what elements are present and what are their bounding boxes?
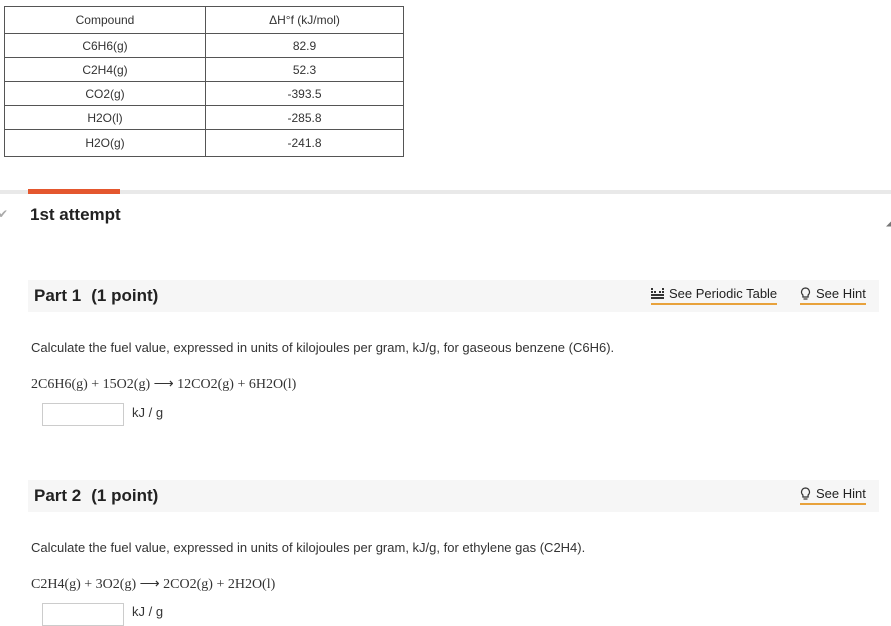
see-hint-link[interactable]: See Hint xyxy=(800,286,866,305)
part-1-header: Part 1 (1 point) See Periodic Table See H… xyxy=(28,280,879,312)
table-row: H2O(l) -285.8 xyxy=(4,105,404,130)
table-row: C2H4(g) 52.3 xyxy=(4,57,404,82)
checkmark-icon: ✔ xyxy=(0,207,9,221)
part-1-question: Calculate the fuel value, expressed in u… xyxy=(31,340,615,355)
compound-cell: CO2(g) xyxy=(4,81,206,106)
column-header: ΔH°f (kJ/mol) xyxy=(205,6,404,34)
column-header: Compound xyxy=(4,6,206,34)
attempt-heading: 1st attempt xyxy=(30,205,121,224)
part-2-header: Part 2 (1 point) See Hint xyxy=(28,480,879,512)
part-1-answer-input[interactable] xyxy=(42,403,124,426)
table-row: C6H6(g) 82.9 xyxy=(4,33,404,58)
enthalpy-cell: 52.3 xyxy=(205,57,404,82)
table-row: CO2(g) -393.5 xyxy=(4,81,404,106)
enthalpy-cell: -393.5 xyxy=(205,81,404,106)
enthalpy-table: Compound ΔH°f (kJ/mol) C6H6(g) 82.9 C2H4… xyxy=(4,6,404,157)
part-title-text: Part 2 xyxy=(34,486,82,505)
section-divider xyxy=(0,190,891,194)
caret-icon[interactable]: ◢ xyxy=(886,214,891,228)
see-hint-link[interactable]: See Hint xyxy=(800,486,866,505)
part-2-question: Calculate the fuel value, expressed in u… xyxy=(31,540,586,555)
part-2-equation: C2H4(g) + 3O2(g) ⟶ 2CO2(g) + 2H2O(l) xyxy=(31,577,276,592)
compound-cell: H2O(l) xyxy=(4,105,206,130)
lightbulb-icon xyxy=(800,487,811,500)
part-points: (1 point) xyxy=(91,286,159,305)
lightbulb-icon xyxy=(800,287,811,300)
link-label: See Periodic Table xyxy=(669,286,778,301)
see-periodic-table-link[interactable]: See Periodic Table xyxy=(651,286,778,305)
part-1-unit: kJ / g xyxy=(132,405,164,420)
part-1-equation: 2C6H6(g) + 15O2(g) ⟶ 12CO2(g) + 6H2O(l) xyxy=(31,377,297,392)
enthalpy-cell: -241.8 xyxy=(205,129,404,157)
part-points: (1 point) xyxy=(91,486,159,505)
enthalpy-cell: 82.9 xyxy=(205,33,404,58)
table-header-row: Compound ΔH°f (kJ/mol) xyxy=(4,6,404,34)
compound-cell: H2O(g) xyxy=(4,129,206,157)
part-2-answer-input[interactable] xyxy=(42,603,124,626)
part-1-title: Part 1 (1 point) xyxy=(34,286,158,306)
enthalpy-cell: -285.8 xyxy=(205,105,404,130)
table-row: H2O(g) -241.8 xyxy=(4,129,404,157)
active-attempt-tab-indicator[interactable] xyxy=(28,189,120,194)
part-title-text: Part 1 xyxy=(34,286,82,305)
link-label: See Hint xyxy=(816,286,866,301)
compound-cell: C2H4(g) xyxy=(4,57,206,82)
part-2-unit: kJ / g xyxy=(132,604,164,619)
periodic-table-icon xyxy=(651,288,664,299)
link-label: See Hint xyxy=(816,486,866,501)
compound-cell: C6H6(g) xyxy=(4,33,206,58)
part-2-title: Part 2 (1 point) xyxy=(34,486,158,506)
